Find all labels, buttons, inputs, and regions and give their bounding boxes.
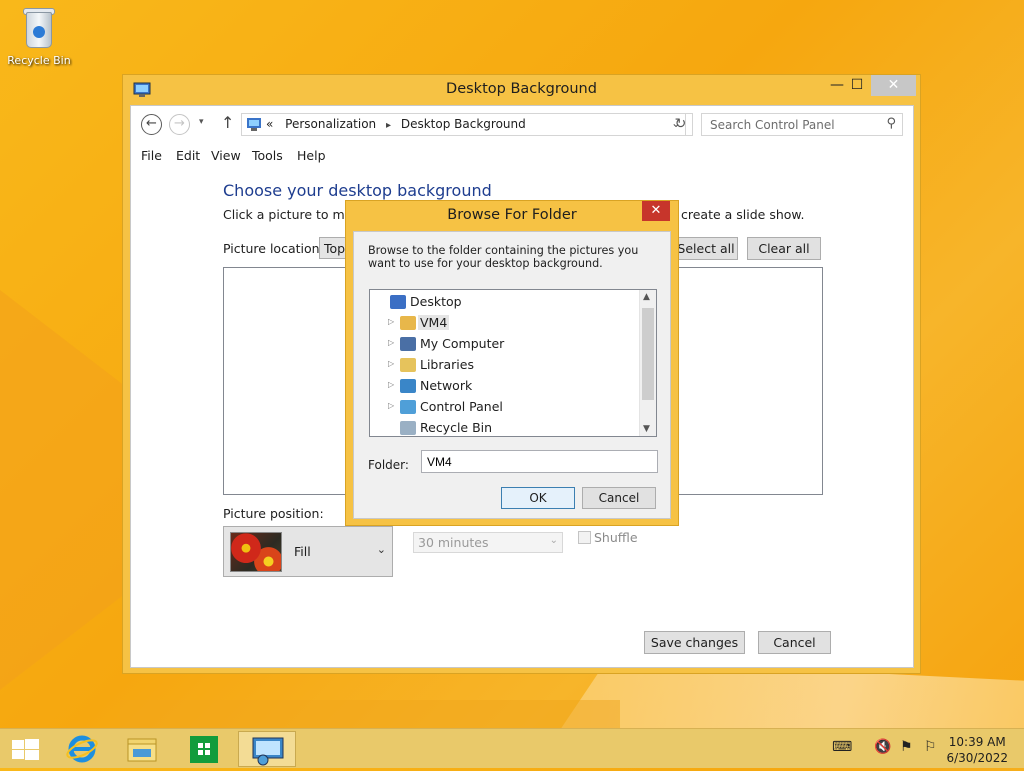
menu-file[interactable]: File (141, 148, 162, 163)
interval-value: 30 minutes (418, 535, 489, 550)
network-icon[interactable]: ⚑ (900, 739, 913, 755)
chevron-down-icon: ⌄ (376, 543, 386, 556)
wallpaper-shape (120, 700, 620, 730)
keyboard-icon[interactable]: ⌨ (832, 739, 852, 755)
volume-muted-icon[interactable]: 🔇 (874, 739, 891, 755)
picture-location-label: Picture location: (223, 241, 324, 256)
menu-help[interactable]: Help (297, 148, 326, 163)
menu-edit[interactable]: Edit (176, 148, 200, 163)
cancel-button[interactable]: Cancel (758, 631, 831, 654)
save-changes-button[interactable]: Save changes (644, 631, 745, 654)
folder-label: Folder: (368, 458, 409, 472)
expand-arrow-icon[interactable]: ▷ (388, 338, 394, 347)
page-title: Choose your desktop background (223, 181, 492, 200)
clear-all-button[interactable]: Clear all (747, 237, 821, 260)
shuffle-label: Shuffle (594, 530, 638, 545)
picture-position-value: Fill (294, 544, 311, 559)
instruction-text-end: create a slide show. (681, 207, 805, 222)
tree-item-label: My Computer (420, 336, 505, 351)
close-button[interactable]: ✕ (871, 75, 916, 96)
ok-button[interactable]: OK (501, 487, 575, 509)
tree-item-label: Libraries (420, 357, 474, 372)
forward-button[interactable]: → (169, 114, 190, 135)
clock-date: 6/30/2022 (946, 751, 1008, 765)
search-icon[interactable]: ⚲ (886, 116, 896, 131)
refresh-button[interactable]: ↻ (669, 113, 693, 136)
search-input[interactable]: Search Control Panel ⚲ (701, 113, 903, 136)
breadcrumb-personalization[interactable]: Personalization (277, 117, 376, 131)
breadcrumb: « Personalization ▸ Desktop Background (266, 117, 526, 131)
computer-icon (400, 337, 416, 351)
tree-item-label: Recycle Bin (420, 420, 493, 435)
chevron-down-icon: ⌄ (549, 535, 558, 546)
taskbar: ⌨ 🔇 ⚑ ⚐ 10:39 AM 6/30/2022 (0, 728, 1024, 768)
folder-tree[interactable]: Desktop ▷ VM4 ▷ My Computer ▷ Libraries ▷ Networ… (369, 289, 657, 437)
back-button[interactable]: ← (141, 114, 162, 135)
expand-arrow-icon[interactable]: ▷ (388, 317, 394, 326)
checkbox-box (578, 531, 591, 544)
windows-logo-icon (12, 739, 39, 760)
libraries-icon (400, 358, 416, 372)
store-icon (190, 736, 218, 763)
change-interval-select: 30 minutes ⌄ (413, 532, 563, 553)
folder-field[interactable] (421, 450, 658, 473)
up-button[interactable]: ↑ (221, 113, 234, 132)
shuffle-checkbox: Shuffle (578, 530, 638, 545)
scroll-down-icon[interactable]: ▼ (643, 424, 650, 434)
internet-explorer-button[interactable] (56, 731, 108, 767)
clock-time: 10:39 AM (948, 735, 1006, 749)
control-panel-icon (400, 400, 416, 414)
tree-item-label: Desktop (410, 294, 462, 309)
dialog-message: Browse to the folder containing the pict… (368, 244, 639, 270)
user-folder-icon (400, 316, 416, 330)
breadcrumb-overflow[interactable]: « (266, 117, 273, 131)
folder-icon (127, 738, 157, 762)
title-bar[interactable]: Desktop Background — ☐ ✕ (123, 75, 920, 105)
expand-arrow-icon[interactable]: ▷ (388, 401, 394, 410)
start-button[interactable] (0, 731, 52, 767)
position-preview-thumbnail (230, 532, 282, 572)
desktop-recycle-bin[interactable]: Recycle Bin (6, 6, 72, 67)
scroll-up-icon[interactable]: ▲ (643, 292, 650, 302)
tree-item-label: Control Panel (420, 399, 503, 414)
dialog-cancel-button[interactable]: Cancel (582, 487, 656, 509)
tree-item-label: VM4 (418, 315, 450, 330)
tree-scrollbar[interactable]: ▲ ▼ (639, 290, 656, 436)
address-bar[interactable]: « Personalization ▸ Desktop Background ⌄ (241, 113, 686, 136)
clock[interactable]: 10:39 AM 6/30/2022 (946, 734, 1008, 766)
recycle-bin-icon (400, 421, 416, 435)
breadcrumb-separator-icon[interactable]: ▸ (380, 120, 397, 131)
internet-explorer-icon (66, 735, 98, 763)
store-button[interactable] (178, 731, 230, 767)
control-panel-icon (252, 737, 284, 766)
navigation-bar: ← → ▾ ↑ « Personalization ▸ Desktop Back… (131, 106, 913, 144)
menu-bar: File Edit View Tools Help (131, 144, 913, 166)
control-panel-taskbar-button[interactable] (238, 731, 296, 767)
menu-view[interactable]: View (211, 148, 241, 163)
picture-position-label: Picture position: (223, 506, 324, 521)
desktop-icon-label: Recycle Bin (7, 54, 71, 67)
dialog-content: Browse to the folder containing the pict… (353, 231, 671, 519)
window-title: Desktop Background (446, 81, 597, 97)
search-placeholder: Search Control Panel (710, 118, 835, 132)
network-icon (400, 379, 416, 393)
scroll-thumb[interactable] (642, 308, 654, 400)
maximize-button[interactable]: ☐ (843, 75, 871, 96)
picture-position-select[interactable]: Fill ⌄ (223, 526, 393, 577)
expand-arrow-icon[interactable]: ▷ (388, 359, 394, 368)
tree-item-label: Network (420, 378, 473, 393)
browse-for-folder-dialog: Browse For Folder ✕ Browse to the folder… (345, 200, 679, 526)
dialog-close-button[interactable]: ✕ (642, 201, 670, 221)
file-explorer-button[interactable] (116, 731, 168, 767)
desktop-icon (390, 295, 406, 309)
select-all-button[interactable]: Select all (674, 237, 738, 260)
menu-tools[interactable]: Tools (252, 148, 283, 163)
control-panel-icon (247, 118, 261, 131)
breadcrumb-desktop-background[interactable]: Desktop Background (401, 117, 526, 131)
action-center-icon[interactable]: ⚐ (924, 739, 937, 755)
recent-locations-button[interactable]: ▾ (199, 117, 204, 127)
expand-arrow-icon[interactable]: ▷ (388, 380, 394, 389)
dialog-title: Browse For Folder (447, 207, 577, 223)
recycle-bin-icon (22, 6, 56, 50)
